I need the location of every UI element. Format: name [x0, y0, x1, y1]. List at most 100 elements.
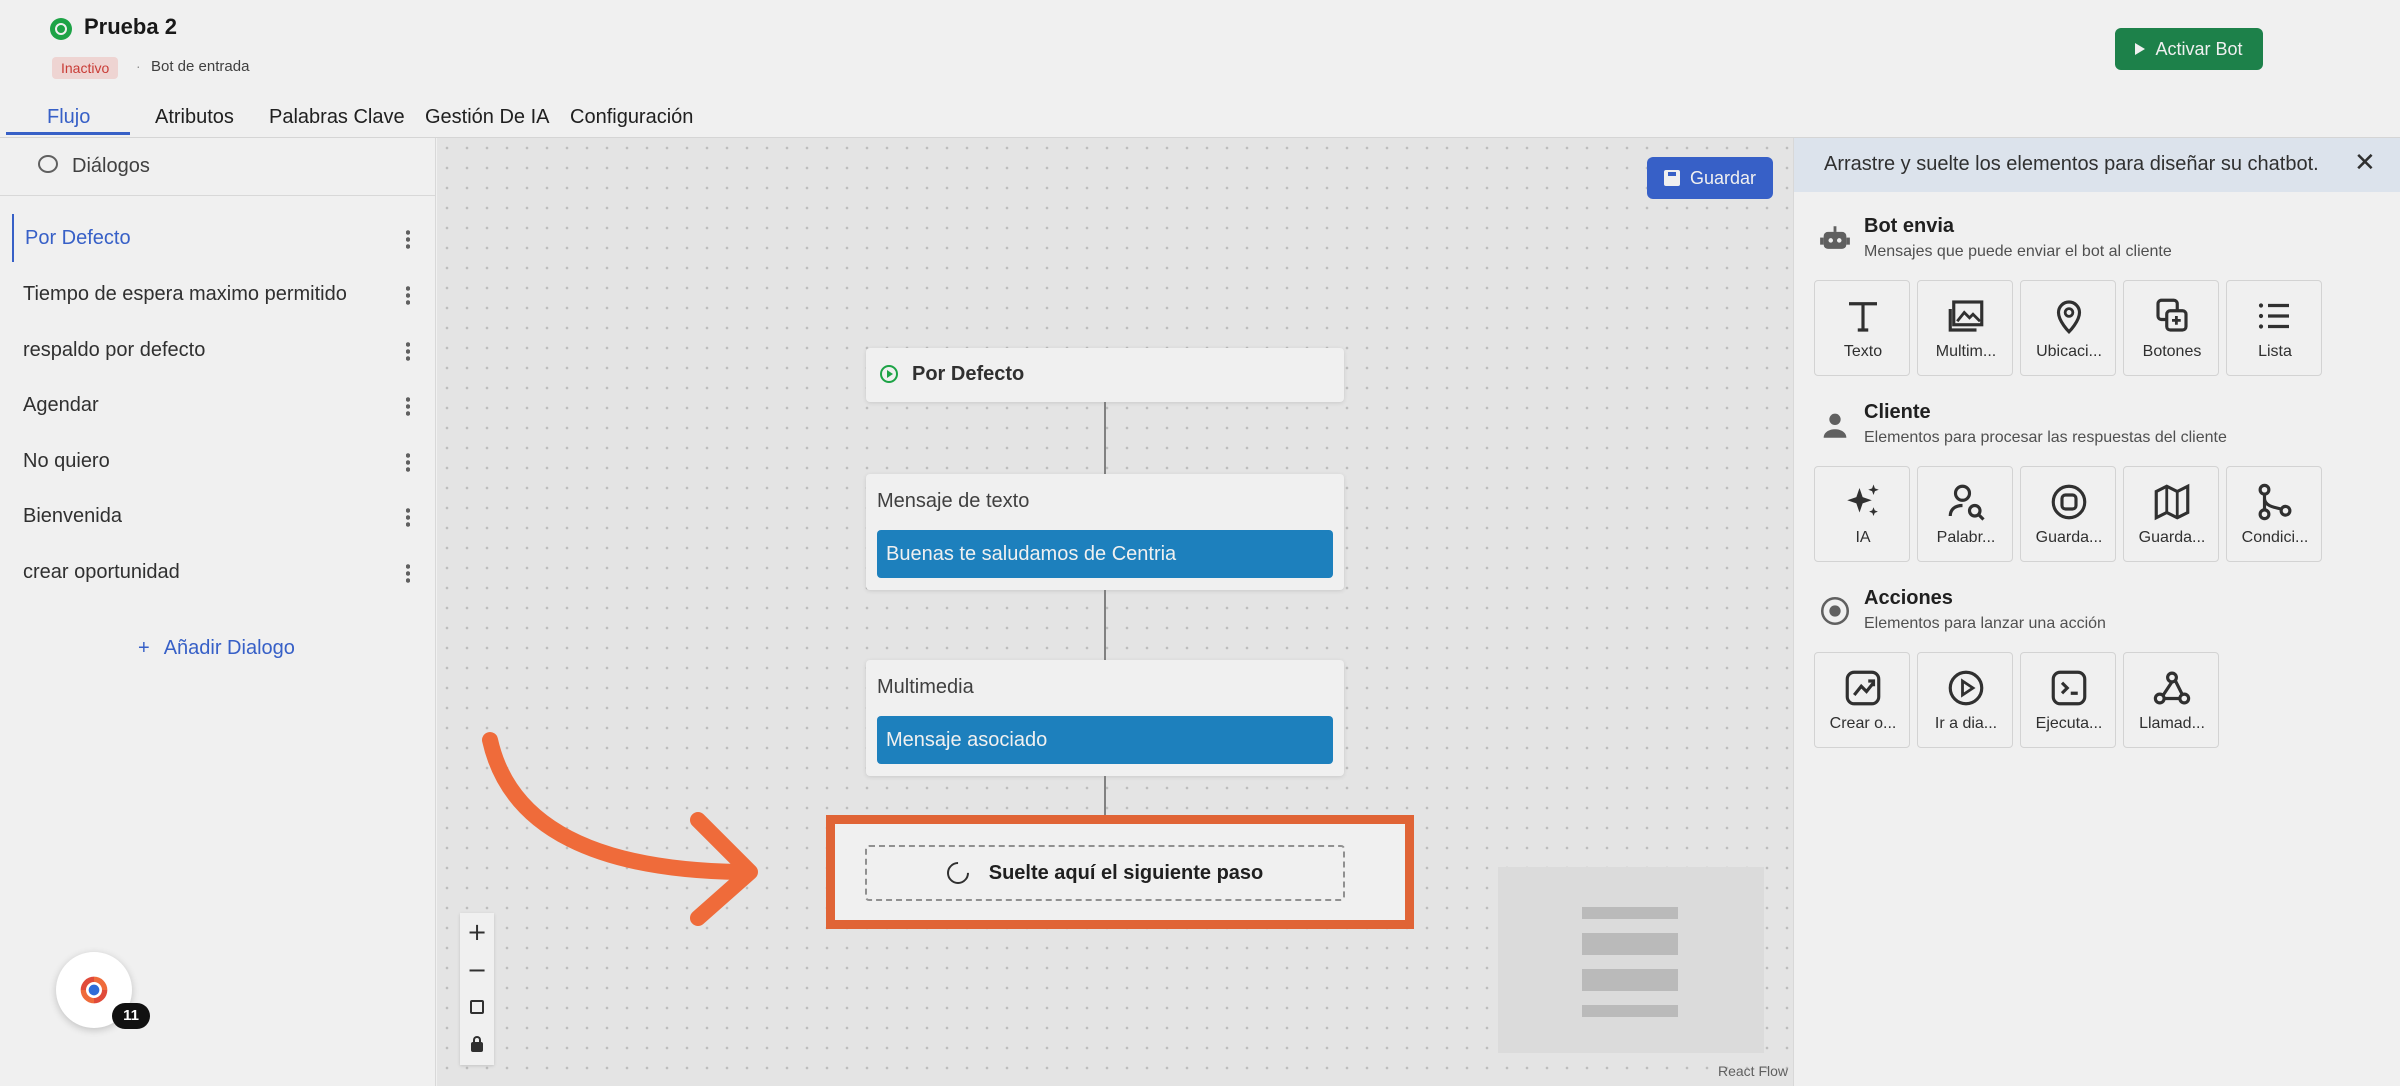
- user-search-icon: [1948, 484, 1985, 521]
- section-title: Bot envia: [1864, 215, 1955, 237]
- callout-arrow-icon: [482, 732, 758, 926]
- dialog-sidebar: Diálogos Por Defecto Tiempo de espera ma…: [0, 138, 436, 1086]
- buttons-icon: [2156, 298, 2188, 332]
- list-icon: [2258, 303, 2289, 329]
- node-message[interactable]: Mensaje asociado: [877, 716, 1333, 764]
- tool-multimedia[interactable]: Multim...: [1917, 280, 2013, 376]
- tool-ir-a-dialogo[interactable]: Ir a dia...: [1917, 652, 2013, 748]
- multimedia-node[interactable]: Multimedia Mensaje asociado: [866, 660, 1344, 776]
- dialog-label: Agendar: [23, 394, 99, 416]
- dialog-label: Tiempo de espera maximo permitido: [23, 283, 347, 305]
- notification-badge: 11: [112, 1003, 150, 1029]
- bot-title: Prueba 2: [84, 14, 177, 39]
- minimap-node: [1582, 969, 1678, 991]
- lock-button[interactable]: [460, 1027, 494, 1065]
- kebab-menu-icon[interactable]: [406, 563, 410, 583]
- text-message-node[interactable]: Mensaje de texto Buenas te saludamos de …: [866, 474, 1344, 590]
- kebab-menu-icon[interactable]: [406, 229, 410, 249]
- dialog-item[interactable]: respaldo por defecto: [12, 326, 424, 374]
- tool-label: Llamad...: [2139, 715, 2205, 732]
- react-flow-attribution[interactable]: React Flow: [1718, 1063, 1788, 1079]
- tab-atributos[interactable]: Atributos: [155, 106, 234, 136]
- gallery-icon: [1948, 300, 1984, 332]
- play-circle-icon: [1948, 670, 1984, 706]
- tool-crear-oportunidad[interactable]: Crear o...: [1814, 652, 1910, 748]
- dialog-item[interactable]: Tiempo de espera maximo permitido: [12, 270, 424, 318]
- start-node-title: Por Defecto: [912, 363, 1025, 385]
- flow-edge: [1104, 590, 1106, 660]
- section-description: Elementos para procesar las respuestas d…: [1864, 429, 2227, 446]
- kebab-menu-icon[interactable]: [406, 285, 410, 305]
- tab-gestion-ia[interactable]: Gestión De IA: [425, 106, 550, 136]
- sidebar-title: Diálogos: [72, 155, 150, 177]
- tool-label: Botones: [2142, 343, 2202, 360]
- add-dialog-button[interactable]: + Añadir Dialogo: [138, 637, 295, 660]
- node-label: Mensaje de texto: [877, 490, 1030, 512]
- target-icon: [1820, 596, 1850, 626]
- dialog-item[interactable]: Por Defecto: [12, 214, 424, 262]
- tool-ubicacion[interactable]: Ubicaci...: [2020, 280, 2116, 376]
- tool-llamada[interactable]: Llamad...: [2123, 652, 2219, 748]
- lock-icon: [471, 1036, 483, 1052]
- tool-botones[interactable]: Botones: [2123, 280, 2219, 376]
- tab-palabras-clave[interactable]: Palabras Clave: [269, 106, 405, 136]
- start-node[interactable]: Por Defecto: [866, 348, 1344, 402]
- elements-panel: Arrastre y suelte los elementos para dis…: [1793, 138, 2400, 1086]
- kebab-menu-icon[interactable]: [406, 341, 410, 361]
- section-description: Mensajes que puede enviar el bot al clie…: [1864, 243, 2172, 260]
- tool-label: Crear o...: [1829, 715, 1897, 732]
- map-icon: [2154, 483, 2190, 521]
- separator: ·: [136, 58, 141, 74]
- tool-label: Ubicaci...: [2036, 343, 2102, 360]
- kebab-menu-icon[interactable]: [406, 396, 410, 416]
- tool-label: Palabr...: [1936, 529, 1996, 546]
- tool-lista[interactable]: Lista: [2226, 280, 2322, 376]
- status-badge: Inactivo: [52, 57, 119, 79]
- tab-configuracion[interactable]: Configuración: [570, 106, 693, 136]
- add-dialog-label: Añadir Dialogo: [163, 637, 295, 659]
- play-icon: [2135, 43, 2146, 55]
- plus-icon: +: [138, 637, 150, 659]
- chart-up-icon: [1845, 670, 1881, 706]
- kebab-menu-icon[interactable]: [406, 452, 410, 472]
- badge-icon: [2051, 484, 2087, 520]
- floppy-icon: [1663, 170, 1680, 186]
- tool-palabras[interactable]: Palabr...: [1917, 466, 2013, 562]
- tool-guardar-1[interactable]: Guarda...: [2020, 466, 2116, 562]
- close-icon[interactable]: ✕: [2354, 150, 2376, 176]
- save-button[interactable]: Guardar: [1647, 157, 1773, 199]
- panel-hint: Arrastre y suelte los elementos para dis…: [1794, 138, 2400, 192]
- minimap[interactable]: [1498, 867, 1764, 1053]
- whatsapp-icon: [50, 18, 72, 40]
- tool-label: Condici...: [2241, 529, 2309, 546]
- zoom-out-button[interactable]: −: [460, 951, 494, 989]
- tool-label: Guarda...: [2138, 529, 2206, 546]
- app-header: Prueba 2 Inactivo · Bot de entrada Activ…: [0, 0, 2400, 100]
- activate-bot-button[interactable]: Activar Bot: [2115, 28, 2263, 70]
- tool-guardar-2[interactable]: Guarda...: [2123, 466, 2219, 562]
- minimap-node: [1582, 933, 1678, 955]
- dialog-item[interactable]: crear oportunidad: [12, 548, 424, 596]
- tool-condicion[interactable]: Condici...: [2226, 466, 2322, 562]
- node-message[interactable]: Buenas te saludamos de Centria: [877, 530, 1333, 578]
- kebab-menu-icon[interactable]: [406, 507, 410, 527]
- branch-icon: [2258, 483, 2292, 521]
- tool-label: Multim...: [1935, 343, 1997, 360]
- tool-ejecutar[interactable]: Ejecuta...: [2020, 652, 2116, 748]
- active-tab-indicator: [6, 132, 130, 135]
- person-icon: [1823, 413, 1847, 438]
- tool-label: IA: [1855, 529, 1871, 546]
- tool-label: Guarda...: [2035, 529, 2103, 546]
- dialog-item[interactable]: Agendar: [12, 381, 424, 429]
- tool-label: Texto: [1843, 343, 1883, 360]
- dialog-item[interactable]: Bienvenida: [12, 492, 424, 540]
- fit-view-button[interactable]: [460, 989, 494, 1027]
- dialog-item[interactable]: No quiero: [12, 437, 424, 485]
- drop-zone[interactable]: Suelte aquí el siguiente paso: [865, 845, 1345, 901]
- chat-icon: [38, 155, 58, 173]
- tool-ia[interactable]: IA: [1814, 466, 1910, 562]
- section-description: Elementos para lanzar una acción: [1864, 615, 2106, 632]
- save-label: Guardar: [1689, 167, 1757, 188]
- section-title: Cliente: [1864, 401, 1931, 423]
- tool-texto[interactable]: Texto: [1814, 280, 1910, 376]
